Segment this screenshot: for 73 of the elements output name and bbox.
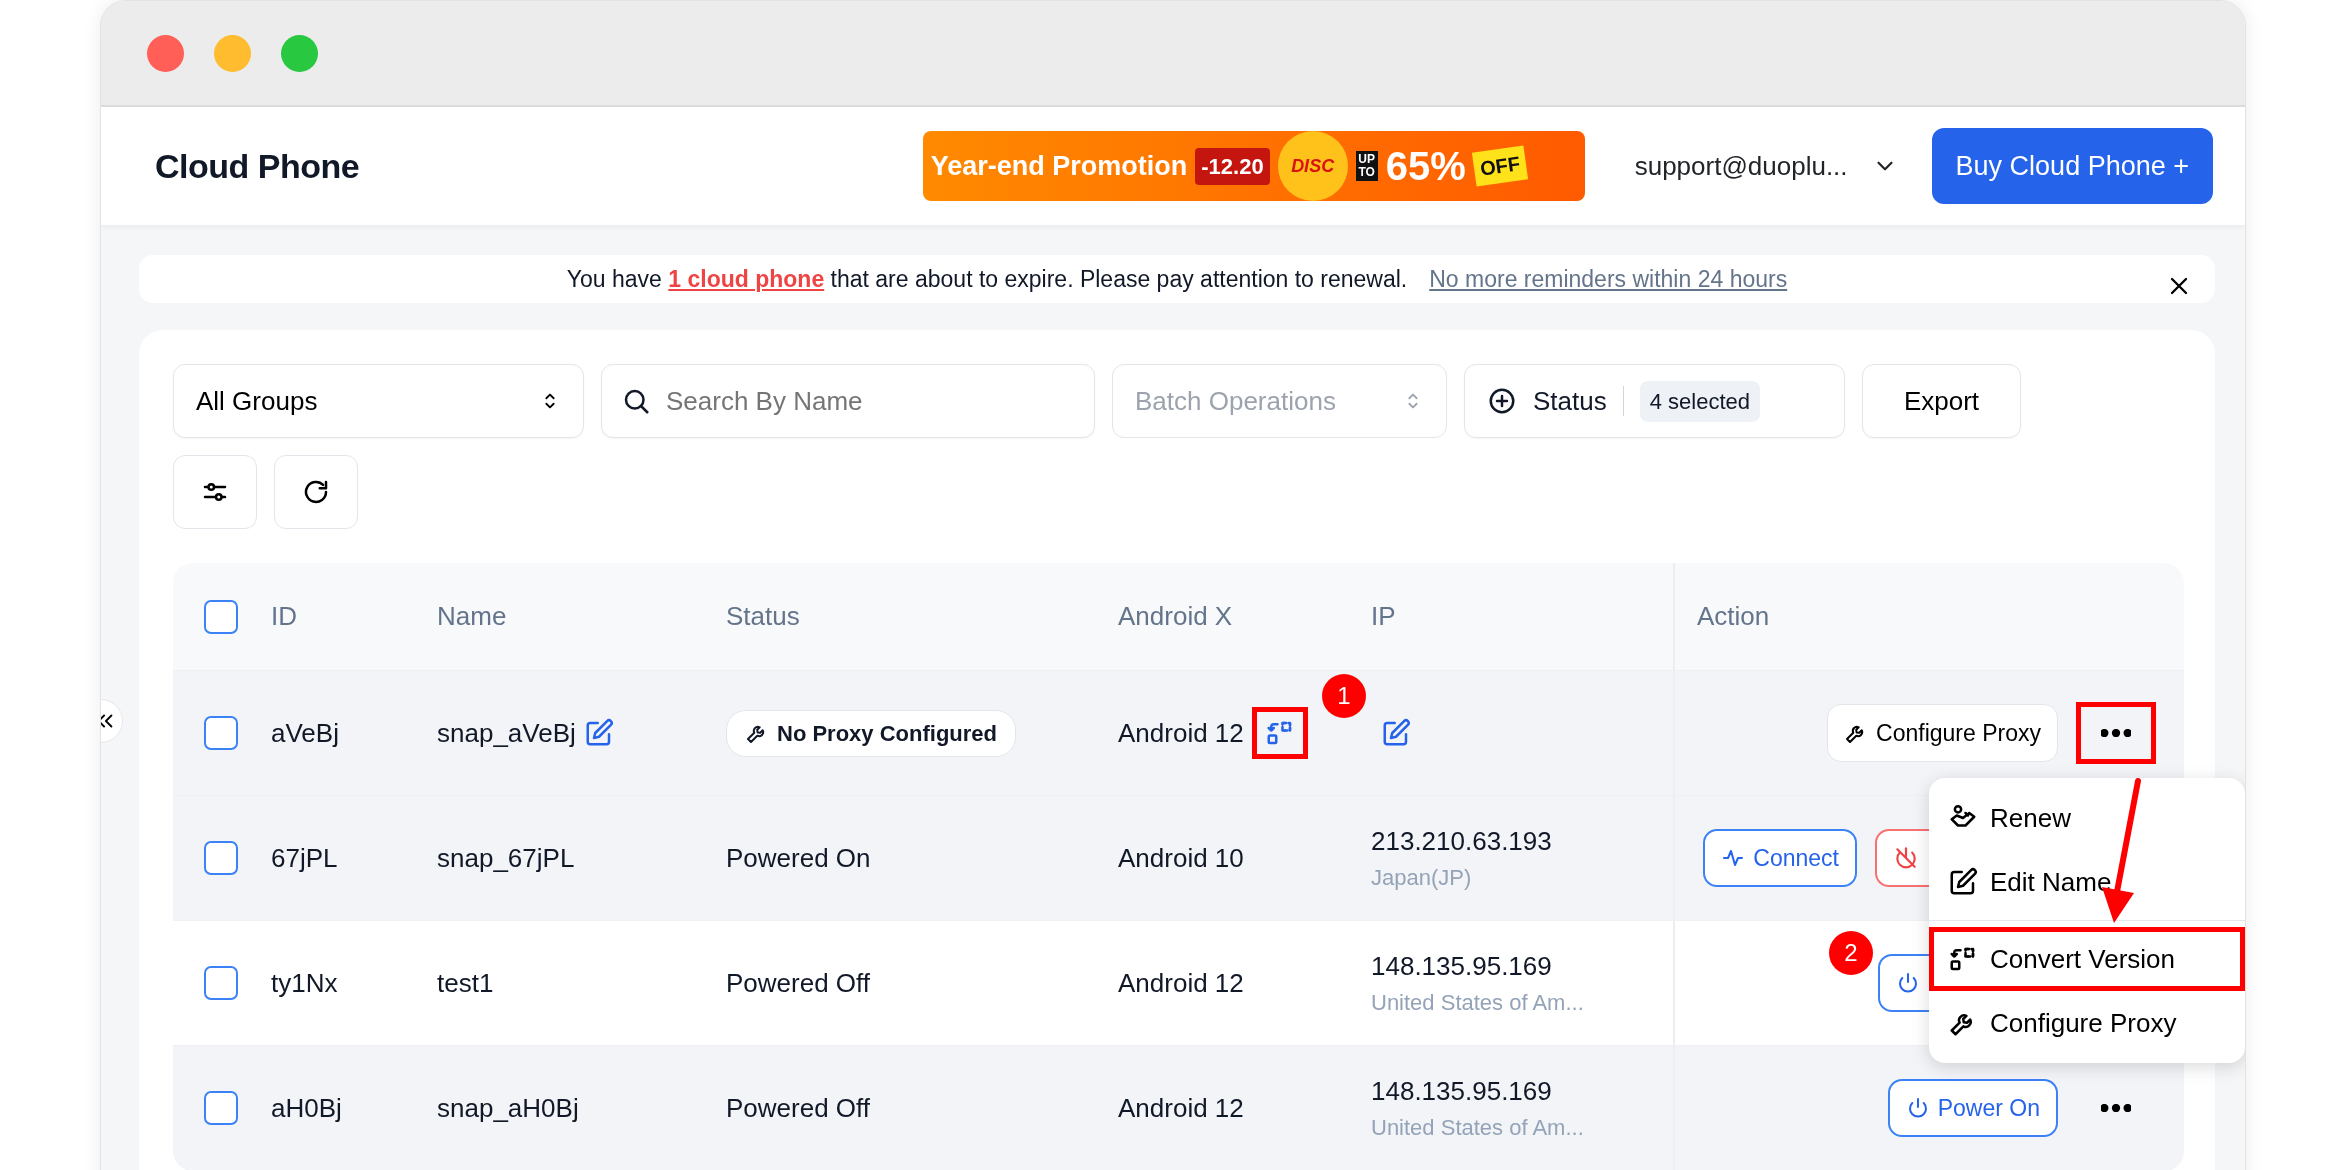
row-checkbox[interactable]	[204, 841, 238, 875]
convert-version-button[interactable]	[1251, 707, 1308, 759]
menu-item[interactable]: Configure Proxy	[1929, 991, 2245, 1055]
ip-address: 148.135.95.169	[1371, 950, 1552, 983]
select-all-checkbox[interactable]	[204, 599, 238, 634]
row-checkbox[interactable]	[204, 1091, 238, 1125]
ip-region: United States of Am...	[1371, 989, 1584, 1017]
table-cell-text: Android 10	[1118, 841, 1244, 875]
dismiss-link[interactable]: No more reminders within 24 hours	[1429, 261, 1788, 297]
table-cell-text: aH0Bj	[271, 1091, 342, 1125]
column-header: ID	[271, 600, 297, 633]
table-cell-text: ty1Nx	[271, 966, 338, 1000]
connect-button[interactable]: Connect	[1703, 829, 1857, 887]
plus-circle-icon	[1487, 386, 1517, 416]
column-header: Name	[437, 600, 507, 633]
menu-item[interactable]: Convert Version	[1929, 927, 2245, 991]
window-control-dot[interactable]	[147, 34, 184, 72]
app-title: Cloud Phone	[155, 145, 360, 187]
table-cell-text: Android 12	[1118, 1091, 1244, 1125]
filter-label: Status	[1533, 384, 1607, 418]
column-header: Android X	[1118, 600, 1233, 633]
column-header: Status	[726, 600, 800, 633]
table-cell-text: Android 12	[1118, 966, 1244, 1000]
refresh-button[interactable]	[274, 455, 358, 529]
promo-date: -12.20	[1195, 147, 1270, 185]
table-cell-text: Android 12	[1118, 716, 1244, 750]
selection-count: 4 selected	[1639, 380, 1760, 422]
table-cell-text: snap_aVeBj	[437, 716, 576, 750]
discount-seal: DISC	[1277, 131, 1348, 201]
column-header: Action	[1697, 600, 1770, 633]
more-icon	[2101, 729, 2131, 737]
row-checkbox[interactable]	[204, 716, 238, 750]
buy-button[interactable]: Buy Cloud Phone +	[1931, 128, 2213, 204]
ip-address: 148.135.95.169	[1371, 1075, 1552, 1108]
configure-proxy-button[interactable]: Configure Proxy	[1827, 704, 2058, 762]
edit-icon[interactable]	[1381, 718, 1411, 748]
table-cell-text: snap_67jPL	[437, 841, 575, 875]
window-control-dot[interactable]	[281, 34, 318, 72]
more-button[interactable]	[2076, 702, 2156, 764]
group-select[interactable]: All Groups	[173, 364, 584, 438]
power-icon	[1896, 971, 1920, 995]
column-header: IP	[1371, 600, 1396, 633]
table-cell-text: test1	[437, 966, 494, 1000]
row-checkbox[interactable]	[204, 966, 238, 1000]
status-text: Powered Off	[726, 1091, 871, 1125]
expiring-link[interactable]: 1 cloud phone	[668, 265, 825, 292]
edit-icon[interactable]	[583, 718, 614, 748]
menu-item[interactable]: Renew	[1929, 786, 2245, 850]
account-menu[interactable]: support@duoplu...	[1622, 140, 1910, 192]
status-badge: No Proxy Configured	[726, 709, 1016, 757]
menu-item[interactable]: Edit Name	[1929, 850, 2245, 914]
power-on-button[interactable]: Power On	[1887, 1079, 2058, 1137]
promo-tag: UP TO	[1355, 150, 1378, 182]
more-icon	[2101, 1104, 2131, 1112]
notice-message: You have 1 cloud phone that are about to expire. Please pay attention to renewal.	[566, 264, 1408, 294]
status-text: Powered On	[726, 841, 871, 875]
filter-settings-button[interactable]	[173, 455, 257, 529]
status-text: Powered Off	[726, 966, 871, 1000]
search-field[interactable]: Search By Name	[601, 364, 1095, 438]
ip-address: 213.210.63.193	[1371, 825, 1552, 858]
promo-off-tag: OFF	[1471, 145, 1528, 187]
table-cell-text: aVeBj	[271, 716, 339, 750]
window-control-dot[interactable]	[214, 34, 251, 72]
promo-headline: Year-end Promotion	[930, 149, 1188, 183]
ip-region: United States of Am...	[1371, 1114, 1584, 1142]
export-button[interactable]: Export	[1862, 364, 2021, 438]
table-cell-text: snap_aH0Bj	[437, 1091, 579, 1125]
ip-region: Japan(JP)	[1371, 864, 1472, 892]
table-cell-text: 67jPL	[271, 841, 338, 875]
promo-percent: 65%	[1385, 143, 1466, 190]
power-off-icon	[1893, 845, 1919, 871]
edit-icon	[1948, 867, 1978, 897]
status-filter[interactable]: Status 4 selected	[1464, 364, 1845, 438]
